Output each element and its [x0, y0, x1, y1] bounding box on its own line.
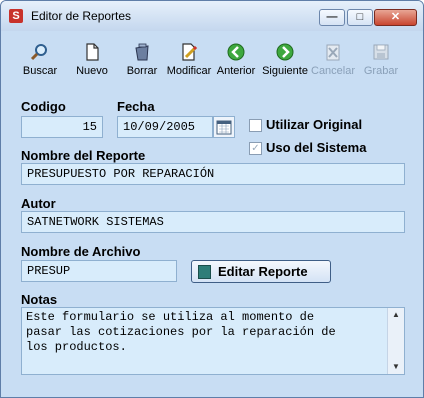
calendar-button[interactable] — [213, 116, 235, 138]
notas-label: Notas — [21, 292, 58, 307]
previous-arrow-icon — [227, 43, 245, 61]
new-document-icon — [86, 43, 99, 61]
nombre-archivo-field[interactable]: PRESUP — [21, 260, 177, 282]
notas-textarea[interactable]: Este formulario se utiliza al momento de… — [21, 307, 405, 375]
nombre-archivo-label: Nombre de Archivo — [21, 244, 141, 259]
codigo-field[interactable]: 15 — [21, 116, 103, 138]
checkmark-icon: ✓ — [251, 143, 260, 154]
fecha-field[interactable]: 10/09/2005 — [117, 116, 213, 138]
search-icon — [30, 44, 47, 61]
cancel-button[interactable]: Cancelar — [311, 41, 355, 85]
minimize-button[interactable]: — — [319, 9, 345, 26]
notas-scrollbar[interactable]: ▲ ▼ — [387, 308, 404, 374]
uso-sistema-label: Uso del Sistema — [266, 140, 367, 155]
scroll-up-icon[interactable]: ▲ — [388, 308, 404, 322]
window-title: Editor de Reportes — [31, 9, 132, 23]
search-label: Buscar — [22, 65, 58, 77]
new-label: Nuevo — [76, 65, 108, 77]
previous-label: Anterior — [216, 65, 256, 77]
search-button[interactable]: Buscar — [19, 41, 61, 85]
close-button[interactable]: ✕ — [374, 9, 417, 26]
edit-report-button[interactable]: Editar Reporte — [191, 260, 331, 283]
save-icon — [373, 44, 389, 60]
previous-button[interactable]: Anterior — [215, 41, 257, 85]
codigo-label: Codigo — [21, 99, 66, 114]
nombre-reporte-field[interactable]: PRESUPUESTO POR REPARACIÓN — [21, 163, 405, 185]
edit-document-icon — [182, 43, 198, 61]
close-icon: ✕ — [390, 11, 401, 23]
delete-label: Borrar — [126, 65, 158, 77]
uso-sistema-checkbox[interactable]: ✓ — [249, 142, 262, 155]
save-label: Grabar — [363, 65, 399, 77]
utilizar-original-label: Utilizar Original — [266, 117, 363, 132]
app-icon: S — [9, 9, 23, 23]
modify-label: Modificar — [166, 65, 212, 77]
next-arrow-icon — [276, 43, 294, 61]
modify-button[interactable]: Modificar — [165, 41, 213, 85]
toolbar: Buscar Nuevo Borrar Modificar Anterior S… — [19, 41, 409, 85]
save-button[interactable]: Grabar — [361, 41, 401, 85]
cancel-label: Cancelar — [311, 65, 356, 77]
delete-button[interactable]: Borrar — [121, 41, 163, 85]
next-button[interactable]: Siguiente — [262, 41, 308, 85]
trash-icon — [135, 43, 149, 61]
report-editor-window: S Editor de Reportes — □ ✕ Buscar Nuevo … — [0, 0, 424, 398]
next-label: Siguiente — [262, 65, 308, 77]
fecha-label: Fecha — [117, 99, 155, 114]
nombre-reporte-label: Nombre del Reporte — [21, 148, 146, 163]
autor-label: Autor — [21, 196, 56, 211]
utilizar-original-checkbox[interactable] — [249, 119, 262, 132]
new-button[interactable]: Nuevo — [71, 41, 113, 85]
calendar-icon — [216, 120, 232, 135]
book-icon — [198, 265, 211, 279]
maximize-button[interactable]: □ — [347, 9, 373, 26]
title-bar[interactable]: S Editor de Reportes — □ ✕ — [1, 1, 423, 31]
notas-text: Este formulario se utiliza al momento de… — [26, 310, 336, 354]
maximize-icon: □ — [356, 11, 364, 23]
scroll-down-icon[interactable]: ▼ — [388, 360, 404, 374]
edit-report-label: Editar Reporte — [218, 264, 308, 279]
cancel-icon — [326, 44, 340, 61]
autor-field[interactable]: SATNETWORK SISTEMAS — [21, 211, 405, 233]
minimize-icon: — — [326, 11, 338, 23]
